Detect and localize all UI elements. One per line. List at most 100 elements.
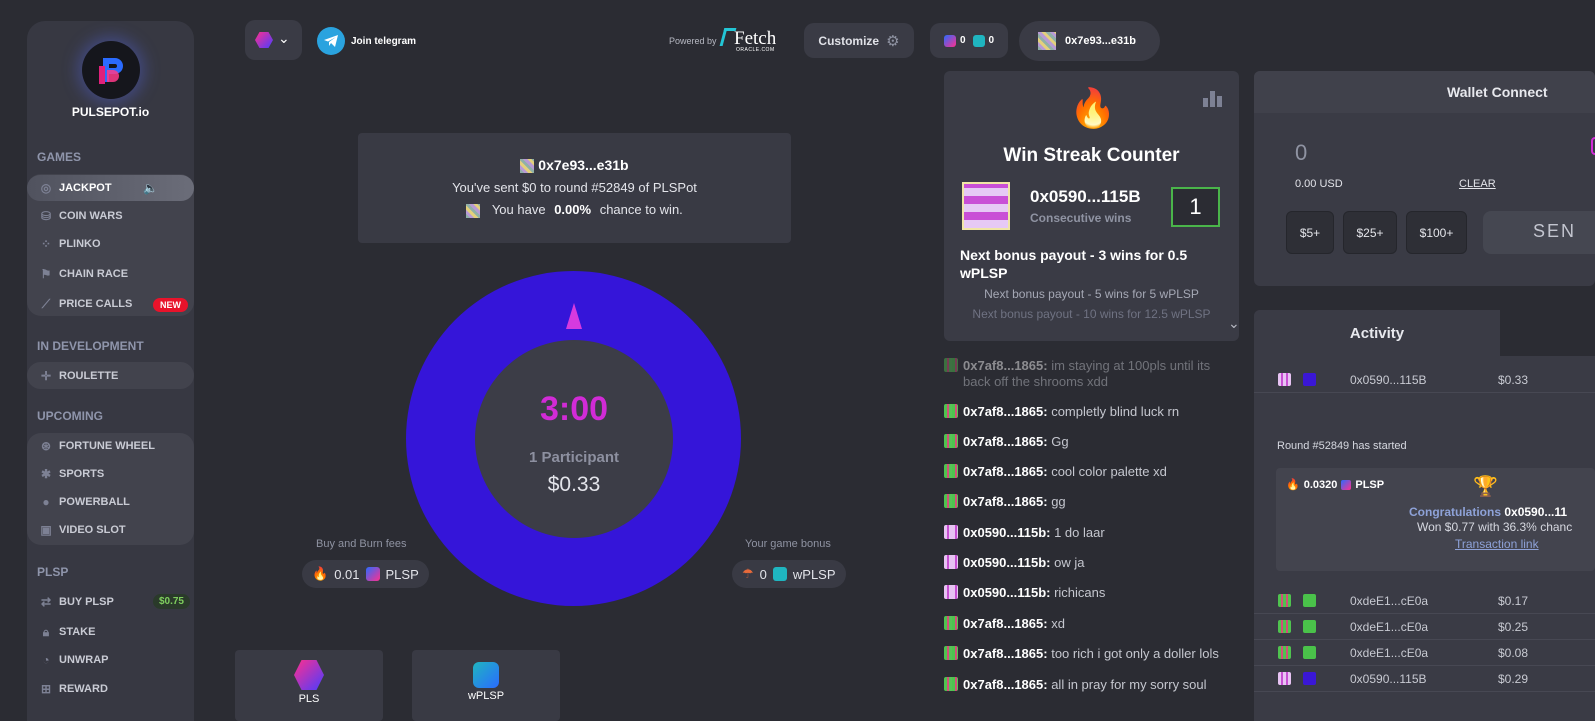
chat-username[interactable]: 0x7af8...1865: — [963, 434, 1048, 449]
token-card-pls[interactable]: PLS — [235, 650, 383, 721]
winner-address: 0x0590...11 — [1504, 505, 1568, 519]
logo-icon — [99, 58, 123, 84]
tab-activity-label: Activity — [1349, 325, 1405, 342]
chat-username[interactable]: 0x7af8...1865: — [963, 358, 1048, 373]
sidebar-item-plinko[interactable]: ⁘ PLINKO — [27, 231, 194, 257]
chat-username[interactable]: 0x7af8...1865: — [963, 646, 1048, 661]
send-button[interactable]: SEN — [1483, 211, 1595, 254]
sidebar-item-unwrap[interactable]: ◔ UNWRAP — [27, 647, 194, 673]
congrats-label: Congratulations — [1409, 505, 1501, 519]
trophy-icon: 🏆 — [1473, 476, 1498, 498]
sidebar-item-reward[interactable]: ⊞ REWARD — [27, 676, 194, 702]
wplsp-icon — [772, 567, 787, 581]
token-toggle[interactable] — [1591, 137, 1595, 155]
sidebar-item-chain-race[interactable]: ⚑ CHAIN RACE — [27, 261, 194, 287]
network-selector[interactable]: ⌄ — [245, 20, 302, 60]
streak-title: Win Streak Counter — [1003, 145, 1180, 166]
sidebar-item-label: CHAIN RACE — [59, 268, 129, 280]
token-balances[interactable]: 0 0 — [930, 23, 1008, 58]
transaction-link[interactable]: Transaction link — [1455, 537, 1539, 551]
powered-by-label: Powered by — [669, 36, 717, 46]
chat-username[interactable]: 0x7af8...1865: — [963, 404, 1048, 419]
sidebar-item-stake[interactable]: 🔒︎ STAKE — [27, 619, 194, 645]
avatar — [944, 616, 958, 630]
sidebar-item-fortune-wheel[interactable]: ⊛ FORTUNE WHEEL — [27, 433, 194, 459]
clear-button[interactable]: CLEAR — [1459, 178, 1496, 190]
wallet-title: Wallet Connect — [1447, 84, 1548, 100]
avatar — [520, 159, 535, 174]
section-in-development-title: IN DEVELOPMENT — [37, 339, 144, 353]
chat-text: gg — [1051, 494, 1066, 509]
chat-username[interactable]: 0x0590...115b: — [963, 585, 1050, 600]
chat-message: 0x7af8...1865: too rich i got only a dol… — [944, 646, 1219, 661]
sidebar-item-label: ROULETTE — [59, 370, 119, 382]
token-label: wPLSP — [467, 690, 505, 702]
plsp-balance: 0 — [959, 35, 966, 46]
wallet-address-button[interactable]: 0x7e93...e31b — [1019, 21, 1160, 61]
fire-icon: 🔥 — [1286, 479, 1300, 491]
chat-text: Gg — [1051, 434, 1069, 449]
winner-card: 🔥 0.0320 PLSP 🏆 Congratulations 0x0590..… — [1276, 468, 1595, 571]
color-swatch — [1303, 672, 1316, 685]
activity-panel: Activity 0x0590...115B $0.33 Round #5284… — [1254, 310, 1595, 721]
telegram-icon — [317, 27, 345, 55]
congrats-line: Congratulations 0x0590...11 — [1409, 505, 1567, 519]
sidebar-item-roulette[interactable]: ✛ ROULETTE — [27, 363, 194, 389]
fetch-oracle-logo[interactable]: Fetch ORACLE.COM — [719, 26, 786, 56]
ball-icon: ● — [42, 495, 50, 509]
amount-input[interactable]: 0 — [1295, 140, 1307, 166]
lock-icon: 🔒︎ — [42, 624, 50, 639]
token-card-wplsp[interactable]: wPLSP — [412, 650, 560, 721]
pulsepot-logo[interactable] — [82, 41, 140, 99]
avatar — [944, 464, 958, 478]
pulsechain-icon — [294, 660, 324, 690]
round-info-panel: 0x7e93...e31b You've sent $0 to round #5… — [358, 133, 791, 243]
table-row: 0xdeE1...cE0a $0.17 — [1254, 588, 1595, 614]
chat-username[interactable]: 0x0590...115b: — [963, 525, 1050, 540]
chevron-down-icon[interactable]: ⌄ — [1228, 315, 1239, 332]
stats-icon[interactable] — [1203, 91, 1222, 107]
chat-text: im staying at 100pls until its — [1051, 358, 1211, 373]
join-telegram-link[interactable]: Join telegram — [317, 27, 416, 55]
preset-100-button[interactable]: $100+ — [1406, 211, 1467, 254]
chat-text: richicans — [1054, 585, 1106, 600]
chat-username[interactable]: 0x7af8...1865: — [963, 677, 1048, 692]
sidebar-item-price-calls[interactable]: ⟋ PRICE CALLS NEW — [27, 291, 194, 317]
preset-5-button[interactable]: $5+ — [1286, 211, 1334, 254]
win-detail: Won $0.77 with 36.3% chanc — [1417, 520, 1573, 534]
sidebar-item-buy-plsp[interactable]: ⇄ BUY PLSP $0.75 — [27, 589, 194, 615]
sidebar-item-coin-wars[interactable]: ⛁ COIN WARS — [27, 203, 194, 229]
wheel-icon: ⊛ — [40, 439, 52, 453]
win-amount-value: 0.0320 — [1303, 478, 1338, 491]
sidebar-item-jackpot[interactable]: ◎ JACKPOT 🔈 — [27, 175, 194, 201]
tab-other[interactable] — [1500, 310, 1595, 356]
chat-username[interactable]: 0x7af8...1865: — [963, 464, 1048, 479]
avatar — [944, 358, 958, 372]
tab-activity[interactable]: Activity — [1254, 310, 1500, 356]
preset-25-button[interactable]: $25+ — [1343, 211, 1397, 254]
chat-text: too rich i got only a doller lols — [1051, 646, 1219, 661]
chat-username[interactable]: 0x7af8...1865: — [963, 616, 1048, 631]
section-plsp-title: PLSP — [37, 565, 69, 579]
customize-button[interactable]: Customize ⚙ — [804, 23, 914, 58]
sidebar-item-sports[interactable]: ✱ SPORTS — [27, 461, 194, 487]
chat-message: 0x0590...115b: ow ja — [944, 555, 1084, 570]
fetch-subtitle: ORACLE.COM — [736, 47, 775, 53]
chat-message: 0x7af8...1865: cool color palette xd — [944, 464, 1167, 479]
section-upcoming-title: UPCOMING — [37, 409, 103, 423]
next-bonus-1: Next bonus payout - 3 wins for 0.5 wPLSP — [960, 247, 1188, 281]
plsp-icon — [365, 567, 380, 581]
in-development-group: ✛ ROULETTE — [27, 362, 194, 389]
chevron-down-icon: ⌄ — [278, 30, 290, 46]
chart-icon: ⟋ — [41, 296, 51, 311]
token-label: PLS — [298, 693, 320, 705]
sidebar-item-label: VIDEO SLOT — [59, 524, 126, 536]
chance-prefix: You have — [491, 202, 546, 218]
next-bonus-2: Next bonus payout - 5 wins for 5 wPLSP — [984, 287, 1199, 301]
speaker-icon[interactable]: 🔈 — [143, 181, 158, 195]
burn-fees-token: PLSP — [385, 566, 419, 582]
sidebar-item-video-slot[interactable]: ▣ VIDEO SLOT — [27, 517, 194, 543]
chat-username[interactable]: 0x7af8...1865: — [963, 494, 1048, 509]
sidebar-item-powerball[interactable]: ● POWERBALL — [27, 489, 194, 515]
chat-username[interactable]: 0x0590...115b: — [963, 555, 1050, 570]
